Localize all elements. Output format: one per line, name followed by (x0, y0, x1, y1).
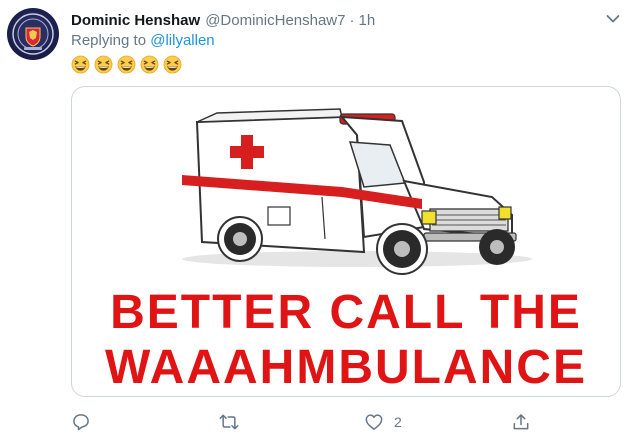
separator-dot: · (349, 11, 355, 29)
grinning-squinting-face-icon (71, 55, 90, 74)
retweet-icon (219, 414, 239, 430)
tweet-header: Dominic Henshaw @DominicHenshaw7 · 1h (71, 10, 375, 30)
mention-link[interactable]: @lilyallen (150, 32, 214, 49)
ambulance-illustration (182, 108, 532, 275)
grinning-squinting-face-icon (117, 55, 136, 74)
share-icon (513, 414, 529, 430)
tweet-action-bar: 2 (71, 410, 541, 436)
tweet-text (71, 55, 182, 75)
like-button[interactable]: 2 (364, 410, 402, 434)
display-name[interactable]: Dominic Henshaw (71, 12, 200, 29)
tweet-media-image[interactable]: BETTER CALL THE WAAAHMBULANCE (71, 86, 621, 397)
meme-caption-line-2: WAAAHMBULANCE (105, 341, 587, 394)
club-crest-icon (12, 13, 54, 55)
replying-to-line: Replying to @lilyallen (71, 32, 215, 49)
timestamp[interactable]: 1h (358, 12, 375, 29)
grinning-squinting-face-icon (163, 55, 182, 74)
replying-prefix: Replying to (71, 32, 147, 49)
chevron-down-icon[interactable] (606, 14, 620, 24)
heart-icon (365, 414, 383, 430)
share-button[interactable] (511, 410, 541, 434)
grinning-squinting-face-icon (94, 55, 113, 74)
reply-icon (73, 414, 89, 431)
grinning-squinting-face-icon (140, 55, 159, 74)
retweet-button[interactable] (218, 410, 250, 434)
meme-caption-line-1: BETTER CALL THE (110, 286, 582, 339)
user-handle[interactable]: @DominicHenshaw7 (205, 12, 345, 29)
reply-button[interactable] (71, 410, 101, 434)
avatar[interactable] (7, 8, 59, 60)
like-count: 2 (394, 414, 402, 430)
